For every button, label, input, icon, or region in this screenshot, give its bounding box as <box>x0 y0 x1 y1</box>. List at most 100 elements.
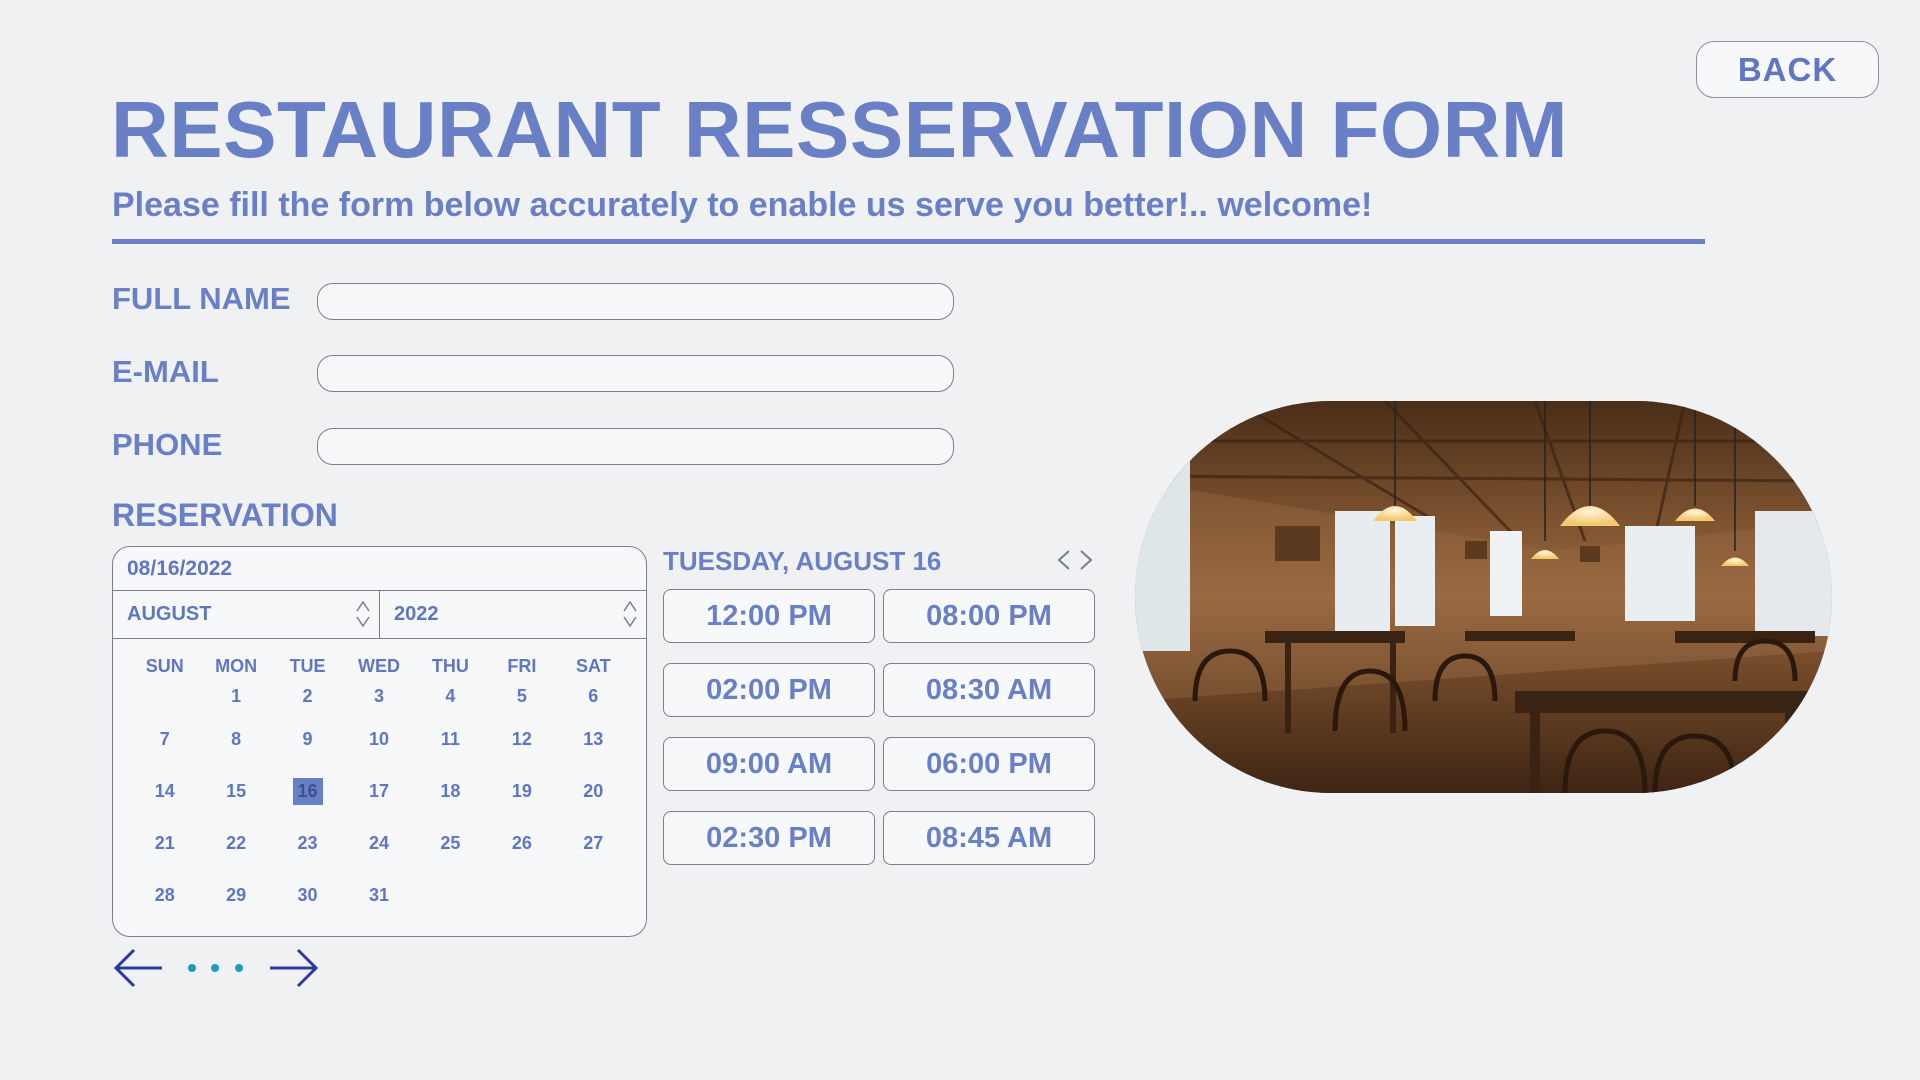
calendar-day[interactable]: 25 <box>415 817 486 869</box>
time-slot-button[interactable]: 02:30 PM <box>663 811 875 865</box>
ellipsis-icon <box>188 964 243 972</box>
date-input[interactable]: 08/16/2022 <box>113 547 646 591</box>
time-slot-button[interactable]: 08:30 AM <box>883 663 1095 717</box>
calendar-day-label: 6 <box>588 686 599 706</box>
calendar-day-selected[interactable]: 16 <box>272 765 343 817</box>
calendar-day[interactable]: 3 <box>343 683 414 713</box>
calendar-day[interactable]: 21 <box>129 817 200 869</box>
calendar-day-label: 18 <box>440 780 461 801</box>
calendar-day[interactable]: 31 <box>343 869 414 921</box>
calendar-day[interactable]: 15 <box>200 765 271 817</box>
full-name-field[interactable] <box>317 283 954 320</box>
calendar-day[interactable]: 26 <box>486 817 557 869</box>
calendar-day-label: 4 <box>445 686 456 706</box>
calendar-day-label: 11 <box>440 728 460 749</box>
calendar-day-label: 31 <box>368 884 389 905</box>
calendar-day-label: 15 <box>226 780 247 801</box>
year-select[interactable]: 2022 <box>380 591 646 638</box>
calendar-day[interactable]: 23 <box>272 817 343 869</box>
calendar-day-label: 23 <box>297 832 318 853</box>
calendar-day-label: 21 <box>154 832 175 853</box>
header-divider <box>112 239 1705 244</box>
chevron-left-right-icon[interactable] <box>1055 547 1095 573</box>
calendar-day[interactable]: 14 <box>129 765 200 817</box>
reservation-label: RESERVATION <box>112 497 338 533</box>
calendar-day[interactable]: 2 <box>272 683 343 713</box>
calendar-day[interactable]: 6 <box>558 683 629 713</box>
calendar-empty-cell <box>129 683 200 713</box>
calendar-day-label: 7 <box>159 728 170 749</box>
calendar-day-label: 17 <box>368 780 389 801</box>
weekday-header: THU <box>431 656 469 676</box>
time-slot-button[interactable]: 02:00 PM <box>663 663 875 717</box>
calendar-day-label: 25 <box>440 832 461 853</box>
page-title: RESTAURANT RESSERVATION FORM <box>111 85 1569 174</box>
time-slot-button[interactable]: 06:00 PM <box>883 737 1095 791</box>
weekday-header: FRI <box>507 656 537 676</box>
back-button[interactable]: BACK <box>1696 41 1879 98</box>
time-slot-button[interactable]: 08:45 AM <box>883 811 1095 865</box>
calendar-day[interactable]: 29 <box>200 869 271 921</box>
date-picker: 08/16/2022 AUGUST 2022 SUN MON TUE WED THU FR… <box>112 546 647 937</box>
calendar-day[interactable]: 28 <box>129 869 200 921</box>
calendar-day-label: 16 <box>292 777 323 805</box>
calendar-day-label: 22 <box>226 832 247 853</box>
calendar-day[interactable]: 18 <box>415 765 486 817</box>
calendar-day[interactable]: 30 <box>272 869 343 921</box>
time-slot-button[interactable]: 12:00 PM <box>663 589 875 643</box>
calendar-day-label: 20 <box>583 780 604 801</box>
time-slot-button[interactable]: 09:00 AM <box>663 737 875 791</box>
calendar-day-label: 8 <box>231 728 242 749</box>
pager <box>112 948 320 988</box>
calendar-day[interactable]: 13 <box>558 713 629 765</box>
arrow-right-icon[interactable] <box>266 948 320 988</box>
calendar-day-label: 5 <box>516 686 527 706</box>
calendar-day[interactable]: 19 <box>486 765 557 817</box>
calendar-day[interactable]: 7 <box>129 713 200 765</box>
up-down-stepper-icon[interactable] <box>622 599 638 629</box>
calendar-day-label: 28 <box>154 884 175 905</box>
calendar-day[interactable]: 1 <box>200 683 271 713</box>
month-select[interactable]: AUGUST <box>113 591 380 638</box>
calendar-day[interactable]: 11 <box>415 713 486 765</box>
calendar-day-label: 10 <box>368 728 389 749</box>
arrow-left-icon[interactable] <box>112 948 166 988</box>
selected-day-heading: TUESDAY, AUGUST 16 <box>663 546 942 576</box>
calendar-day-label: 26 <box>511 832 532 853</box>
page-subtitle: Please fill the form below accurately to… <box>112 186 1373 224</box>
calendar-day-label: 27 <box>583 832 604 853</box>
calendar-day-label: 3 <box>373 686 384 706</box>
email-label: E-MAIL <box>112 354 219 389</box>
calendar-day[interactable]: 10 <box>343 713 414 765</box>
month-select-value: AUGUST <box>127 603 212 625</box>
calendar-day[interactable]: 5 <box>486 683 557 713</box>
email-field[interactable] <box>317 355 954 392</box>
weekday-header: SAT <box>575 656 611 676</box>
calendar-day-label: 2 <box>302 686 313 706</box>
restaurant-photo <box>1135 401 1832 793</box>
calendar-day[interactable]: 22 <box>200 817 271 869</box>
calendar-day-label: 12 <box>511 728 532 749</box>
month-year-selectors: AUGUST 2022 <box>113 591 646 639</box>
calendar-day[interactable]: 20 <box>558 765 629 817</box>
calendar-day[interactable]: 27 <box>558 817 629 869</box>
calendar-day[interactable]: 8 <box>200 713 271 765</box>
up-down-stepper-icon[interactable] <box>355 599 371 629</box>
calendar-day-label: 1 <box>231 686 242 706</box>
calendar-empty-cell <box>415 869 486 921</box>
calendar-grid: SUN MON TUE WED THU FRI SAT 1 2 3 4 5 6 7 8 9 10 11 12 13 14… <box>129 649 629 921</box>
weekday-header: MON <box>215 656 258 676</box>
calendar-empty-cell <box>558 869 629 921</box>
calendar-day[interactable]: 12 <box>486 713 557 765</box>
calendar-day[interactable]: 9 <box>272 713 343 765</box>
calendar-empty-cell <box>486 869 557 921</box>
calendar-day[interactable]: 24 <box>343 817 414 869</box>
time-slot-button[interactable]: 08:00 PM <box>883 589 1095 643</box>
full-name-label: FULL NAME <box>112 281 291 316</box>
calendar-day[interactable]: 17 <box>343 765 414 817</box>
calendar-day[interactable]: 4 <box>415 683 486 713</box>
weekday-header: SUN <box>145 656 184 676</box>
calendar-day-label: 9 <box>302 728 313 749</box>
phone-label: PHONE <box>112 427 223 462</box>
phone-field[interactable] <box>317 428 954 465</box>
